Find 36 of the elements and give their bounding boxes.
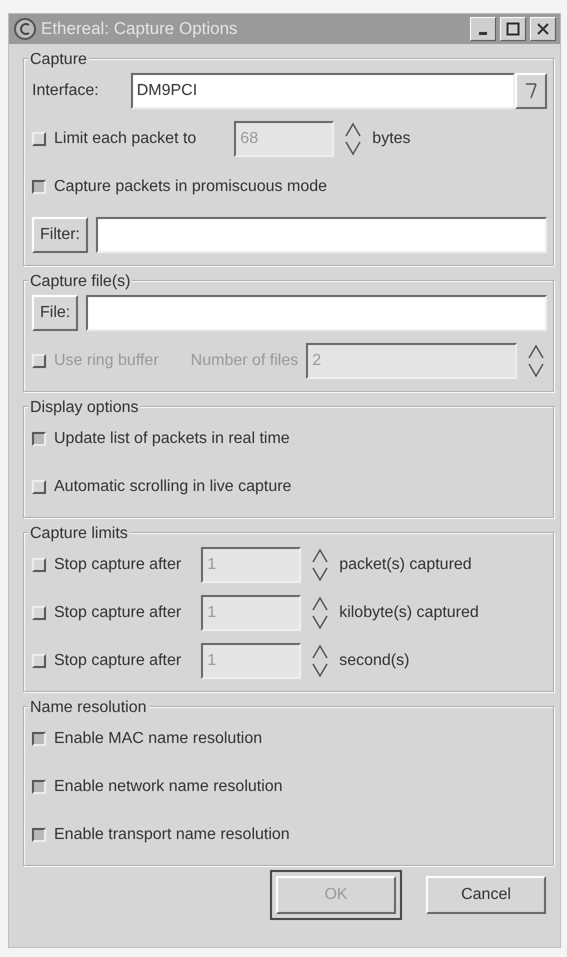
field-label: Number of files xyxy=(190,351,298,371)
checkbox-label[interactable]: Automatic scrolling in live capture xyxy=(54,475,292,499)
checkbox[interactable] xyxy=(32,780,46,794)
browse-button[interactable]: File: xyxy=(32,295,78,331)
checkbox-label[interactable]: Stop capture after xyxy=(54,649,182,673)
window-title: Ethereal: Capture Options xyxy=(41,18,239,40)
checkbox[interactable] xyxy=(32,180,46,194)
field-label: Interface: xyxy=(32,81,99,101)
unit-label: second(s) xyxy=(339,651,410,671)
dialog-button[interactable]: Cancel xyxy=(426,876,546,914)
minimize-button[interactable] xyxy=(470,17,496,41)
text-field[interactable] xyxy=(86,295,547,331)
unit-label: kilobyte(s) captured xyxy=(339,603,479,623)
close-icon[interactable] xyxy=(536,22,550,36)
dropdown-button[interactable] xyxy=(515,73,547,109)
browse-button[interactable]: Filter: xyxy=(32,217,88,253)
checkbox-label[interactable]: Stop capture after xyxy=(54,601,182,625)
checkbox[interactable] xyxy=(32,732,46,746)
text-field[interactable] xyxy=(96,217,547,253)
checkbox-label[interactable]: Enable MAC name resolution xyxy=(54,727,262,751)
close-button[interactable] xyxy=(530,17,556,41)
checkbox-label[interactable]: Enable network name resolution xyxy=(54,775,283,799)
checkbox-label[interactable]: Stop capture after xyxy=(54,553,182,577)
checkbox-label[interactable]: Enable transport name resolution xyxy=(54,823,290,847)
checkbox-label[interactable]: Capture packets in promiscuous mode xyxy=(54,175,328,199)
unit-label: packet(s) captured xyxy=(339,555,472,575)
app-icon xyxy=(13,17,37,41)
dropdown-icon[interactable] xyxy=(523,80,539,101)
checkbox[interactable] xyxy=(32,828,46,842)
maximize-button[interactable] xyxy=(500,17,526,41)
unit-label: bytes xyxy=(372,129,411,149)
maximize-icon[interactable] xyxy=(506,22,520,36)
checkbox[interactable] xyxy=(32,432,46,446)
checkbox-label[interactable]: Limit each packet to xyxy=(54,127,196,151)
checkbox-label[interactable]: Update list of packets in real time xyxy=(54,427,290,451)
interface-combo-field[interactable]: DM9PCI xyxy=(130,73,515,109)
